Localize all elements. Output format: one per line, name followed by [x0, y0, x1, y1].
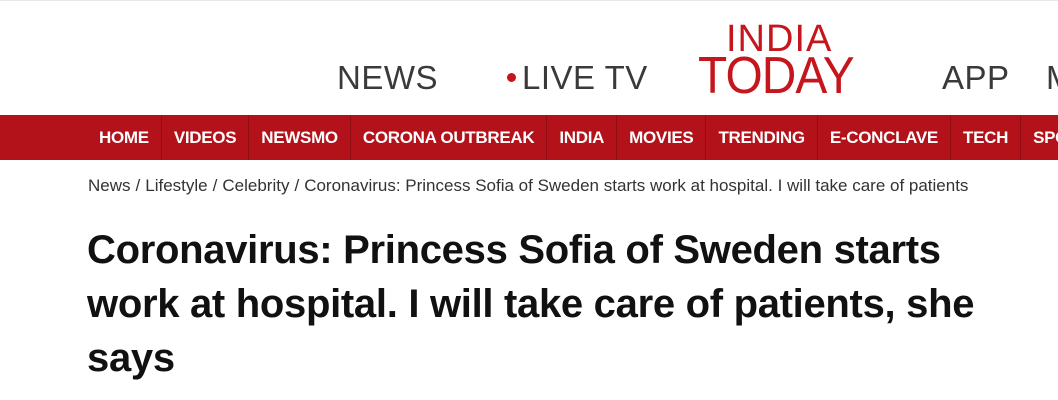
logo-line-2: TODAY: [698, 47, 855, 105]
article-headline: Coronavirus: Princess Sofia of Sweden st…: [87, 228, 975, 380]
breadcrumb-separator: /: [294, 176, 300, 195]
india-today-logo[interactable]: INDIA TODAY: [698, 19, 880, 103]
breadcrumb-news[interactable]: News: [88, 176, 131, 195]
breadcrumb: News / Lifestyle / Celebrity / Coronavirus: Pr…: [88, 176, 968, 196]
nav-app-label: APP: [942, 59, 1010, 96]
section-nav-corona-outbreak[interactable]: CORONA OUTBREAK: [351, 115, 548, 160]
section-nav-home[interactable]: HOME: [87, 115, 162, 160]
section-nav-tech[interactable]: TECH: [951, 115, 1022, 160]
section-nav-movies[interactable]: MOVIES: [617, 115, 707, 160]
breadcrumb-separator: /: [135, 176, 141, 195]
nav-news-label: NEWS: [337, 59, 438, 96]
section-nav-sport[interactable]: SPORT: [1021, 115, 1058, 160]
section-nav-list: HOME VIDEOS NEWSMO CORONA OUTBREAK INDIA…: [87, 115, 1058, 160]
top-header: NEWS LIVE TV INDIA TODAY APP M: [0, 1, 1058, 115]
nav-live-tv-label: LIVE TV: [522, 59, 648, 96]
section-nav-newsmo[interactable]: NEWSMO: [249, 115, 351, 160]
section-nav-e-conclave[interactable]: E-CONCLAVE: [818, 115, 951, 160]
section-nav-videos[interactable]: VIDEOS: [162, 115, 250, 160]
breadcrumb-lifestyle[interactable]: Lifestyle: [145, 176, 207, 195]
nav-news-link[interactable]: NEWS: [337, 59, 438, 97]
section-nav-india[interactable]: INDIA: [547, 115, 618, 160]
breadcrumb-separator: /: [212, 176, 218, 195]
section-nav-trending[interactable]: TRENDING: [706, 115, 818, 160]
section-nav-bar: HOME VIDEOS NEWSMO CORONA OUTBREAK INDIA…: [0, 115, 1058, 160]
nav-more-link[interactable]: M: [1046, 59, 1058, 97]
nav-live-tv-link[interactable]: LIVE TV: [507, 59, 648, 97]
nav-more-label: M: [1046, 59, 1058, 96]
page: NEWS LIVE TV INDIA TODAY APP M HOME VIDE…: [0, 0, 1058, 400]
breadcrumb-celebrity[interactable]: Celebrity: [222, 176, 289, 195]
breadcrumb-current: Coronavirus: Princess Sofia of Sweden st…: [304, 176, 969, 195]
live-dot-icon: [507, 72, 516, 82]
nav-app-link[interactable]: APP: [942, 59, 1010, 97]
